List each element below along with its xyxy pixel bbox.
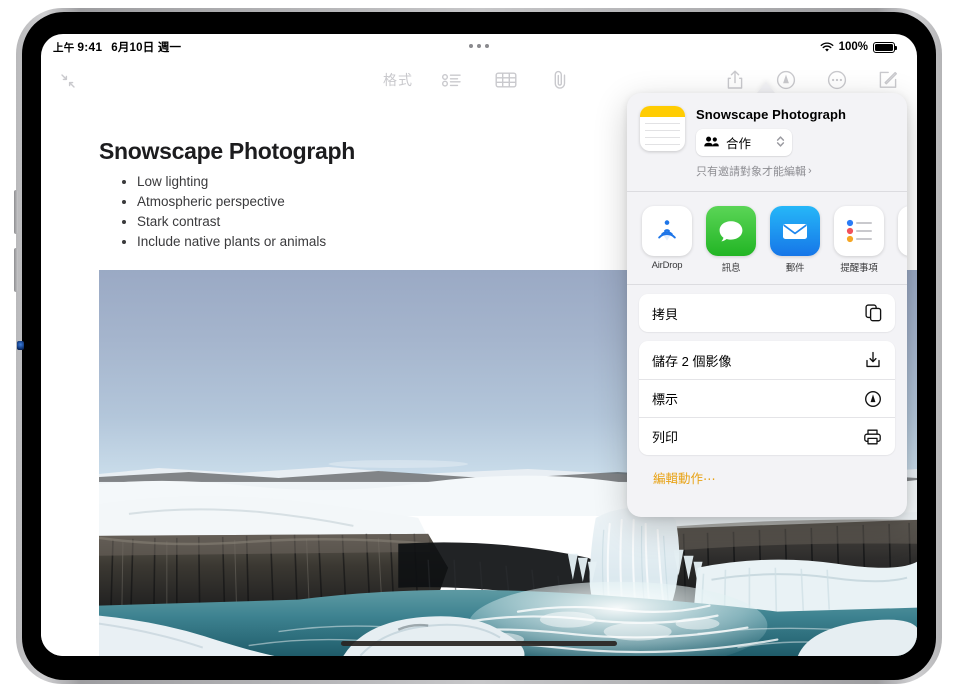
list-item: Stark contrast bbox=[119, 212, 326, 232]
action-label: 拷貝 bbox=[652, 304, 678, 323]
share-target-mail[interactable]: 郵件 bbox=[770, 206, 820, 274]
list-item: Atmospheric perspective bbox=[119, 192, 326, 212]
markup-pen-icon bbox=[864, 390, 882, 408]
share-target-label: 無 bbox=[898, 260, 907, 274]
action-label: 列印 bbox=[652, 427, 678, 446]
page-title: Snowscape Photograph bbox=[99, 138, 355, 165]
reminders-icon bbox=[834, 206, 884, 256]
share-sheet-header: Snowscape Photograph 合作 bbox=[627, 93, 907, 192]
share-target-airdrop[interactable]: AirDrop bbox=[642, 206, 692, 274]
more-ellipsis-icon[interactable] bbox=[822, 65, 852, 95]
battery-percent-label: 100% bbox=[839, 41, 868, 53]
action-copy[interactable]: 拷貝 bbox=[639, 294, 895, 332]
collaboration-label: 合作 bbox=[726, 133, 769, 152]
device-indicator-light bbox=[17, 341, 24, 350]
share-actions: 拷貝 儲存 2 個影像 bbox=[627, 285, 907, 487]
markup-pen-icon[interactable] bbox=[771, 65, 801, 95]
action-save-images[interactable]: 儲存 2 個影像 bbox=[639, 341, 895, 379]
status-bar-left: 上午 9:41 6月10日 週一 bbox=[53, 39, 181, 55]
share-target-label: AirDrop bbox=[642, 260, 692, 271]
share-app-row: AirDrop 訊息 bbox=[627, 192, 907, 285]
chevron-right-icon: › bbox=[808, 165, 812, 177]
action-label: 儲存 2 個影像 bbox=[652, 351, 731, 370]
compose-icon[interactable] bbox=[873, 65, 903, 95]
action-print[interactable]: 列印 bbox=[639, 417, 895, 455]
status-bar-right: 100% bbox=[820, 41, 895, 53]
note-bullet-list: Low lighting Atmospheric perspective Sta… bbox=[119, 172, 326, 252]
share-sheet: Snowscape Photograph 合作 bbox=[627, 93, 907, 517]
list-item: Low lighting bbox=[119, 172, 326, 192]
share-target-messages[interactable]: 訊息 bbox=[706, 206, 756, 274]
list-item: Include native plants or animals bbox=[119, 232, 326, 252]
permission-row[interactable]: 只有邀請對象才能編輯 › bbox=[696, 163, 893, 179]
edit-actions-link[interactable]: 編輯動作⋯ bbox=[639, 455, 895, 487]
actions-card-2: 儲存 2 個影像 標示 bbox=[639, 341, 895, 455]
copy-icon bbox=[865, 304, 882, 322]
printer-icon bbox=[863, 428, 882, 446]
save-download-icon bbox=[864, 351, 882, 369]
mail-icon bbox=[770, 206, 820, 256]
share-item-title: Snowscape Photograph bbox=[696, 107, 893, 122]
battery-icon bbox=[873, 42, 895, 53]
action-label: 標示 bbox=[652, 389, 678, 408]
share-target-label: 訊息 bbox=[706, 260, 756, 274]
share-target-safari[interactable]: 無 bbox=[898, 206, 907, 274]
safari-icon bbox=[898, 206, 907, 256]
ipad-screen: 上午 9:41 6月10日 週一 100% bbox=[41, 34, 917, 656]
wifi-icon bbox=[820, 42, 834, 53]
volume-button-up[interactable] bbox=[14, 190, 18, 234]
bulleted-list-icon[interactable] bbox=[437, 65, 467, 95]
home-indicator[interactable] bbox=[341, 641, 617, 646]
status-time: 9:41 bbox=[77, 40, 102, 54]
volume-button-down[interactable] bbox=[14, 248, 18, 292]
toolbar-center-group: 格式 bbox=[383, 65, 575, 95]
multitasking-handle[interactable] bbox=[469, 44, 489, 48]
messages-icon bbox=[706, 206, 756, 256]
share-target-reminders[interactable]: 提醒事項 bbox=[834, 206, 884, 274]
paperclip-icon[interactable] bbox=[545, 65, 575, 95]
toolbar-right-group bbox=[720, 65, 903, 95]
notes-app-icon bbox=[640, 106, 685, 151]
permission-label: 只有邀請對象才能編輯 bbox=[696, 163, 806, 179]
collapse-arrows-icon[interactable] bbox=[55, 68, 81, 94]
status-ampm: 上午 bbox=[53, 40, 74, 55]
chevron-up-down-icon bbox=[776, 135, 785, 151]
status-date: 6月10日 週一 bbox=[111, 39, 181, 55]
share-icon[interactable] bbox=[720, 65, 750, 95]
airdrop-icon bbox=[642, 206, 692, 256]
actions-card-1: 拷貝 bbox=[639, 294, 895, 332]
action-markup[interactable]: 標示 bbox=[639, 379, 895, 417]
share-target-label: 提醒事項 bbox=[834, 260, 884, 274]
collaboration-dropdown[interactable]: 合作 bbox=[696, 129, 792, 156]
two-people-icon bbox=[704, 136, 719, 150]
share-sheet-pointer bbox=[757, 82, 775, 93]
table-icon[interactable] bbox=[491, 65, 521, 95]
format-button[interactable]: 格式 bbox=[383, 70, 413, 90]
ipad-device: 上午 9:41 6月10日 週一 100% bbox=[0, 0, 958, 692]
share-target-label: 郵件 bbox=[770, 260, 820, 274]
